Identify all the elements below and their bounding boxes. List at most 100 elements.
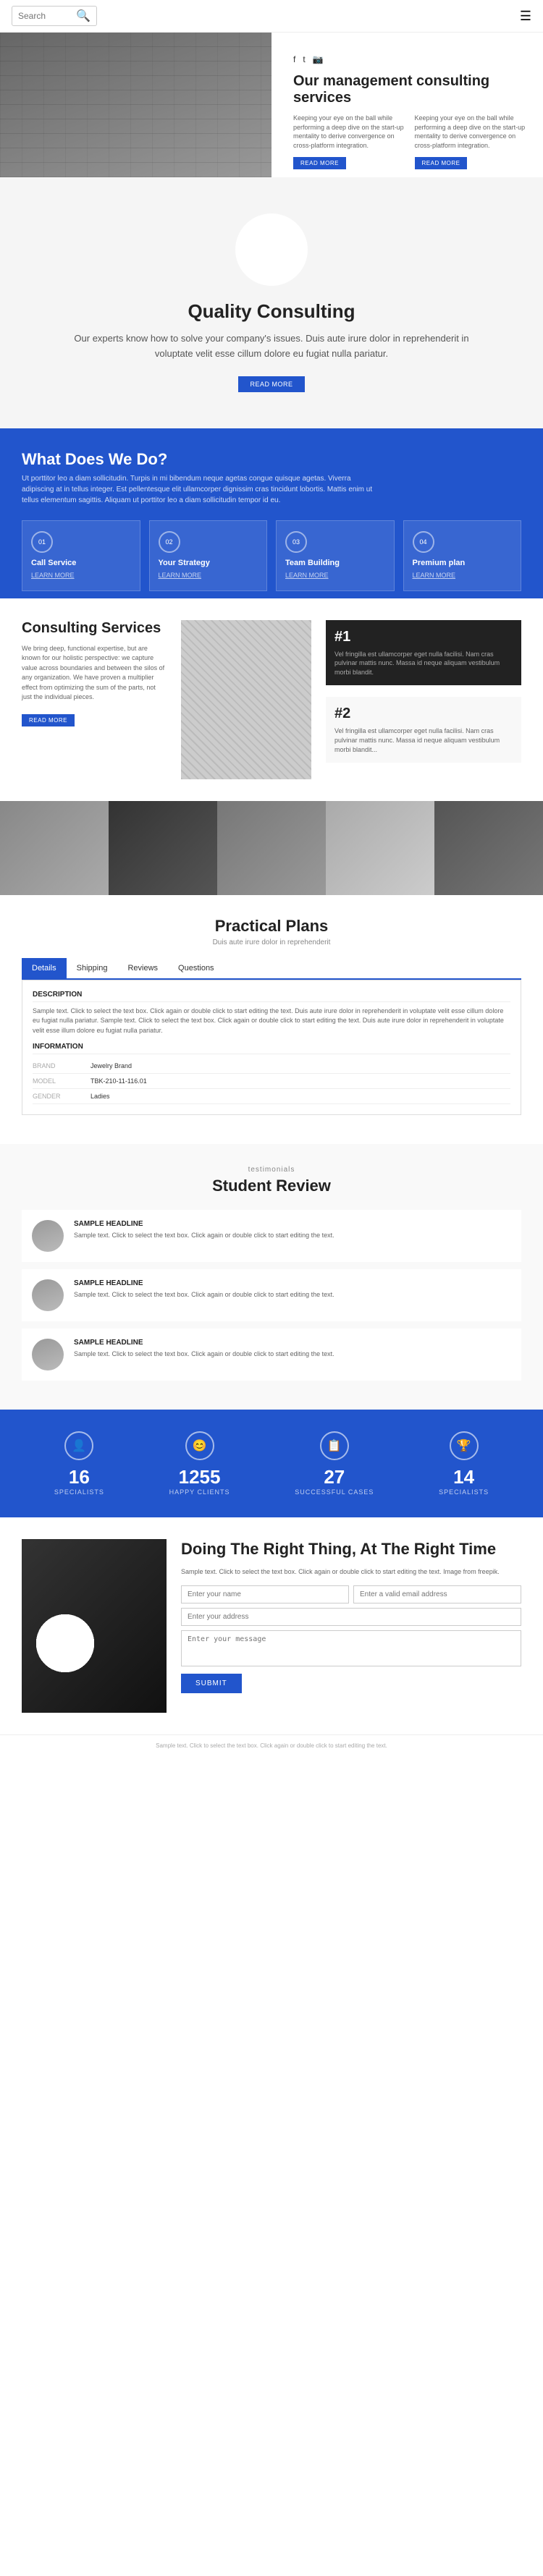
consulting-point-num-2: #2 xyxy=(334,706,513,722)
consulting-read-more[interactable]: READ MORE xyxy=(22,714,75,726)
card-title-2: Team Building xyxy=(285,559,385,567)
stat-0: 👤 16 SPECIALISTS xyxy=(54,1431,104,1496)
card-num-2: 03 xyxy=(292,538,300,546)
plans-title: Practical Plans xyxy=(22,917,521,936)
card-link-1[interactable]: LEARN MORE xyxy=(159,572,258,579)
stat-label-1: HAPPY CLIENTS xyxy=(169,1488,230,1496)
consulting-point-text-2: Vel fringilla est ullamcorper eget nulla… xyxy=(334,726,513,754)
what-section: What Does We Do? Ut porttitor leo a diam… xyxy=(0,428,543,598)
plans-desc: Sample text. Click to select the text bo… xyxy=(33,1007,510,1036)
consulting-desc: We bring deep, functional expertise, but… xyxy=(22,644,167,703)
consulting-point-text-1: Vel fringilla est ullamcorper eget nulla… xyxy=(334,650,513,677)
stat-number-2: 27 xyxy=(295,1466,374,1488)
stat-3: 🏆 14 SPECIALISTS xyxy=(439,1431,489,1496)
review-text-2: Sample text. Click to select the text bo… xyxy=(74,1350,511,1359)
what-card-1: 02 Your Strategy LEARN MORE xyxy=(149,520,268,591)
info-row-1: MODEL TBK-210-11-116.01 xyxy=(33,1074,510,1089)
plans-info-title: INFORMATION xyxy=(33,1043,510,1054)
card-title-0: Call Service xyxy=(31,559,131,567)
cta-name-input[interactable] xyxy=(181,1585,349,1603)
hero-image xyxy=(0,33,272,177)
facebook-icon[interactable]: f xyxy=(293,54,295,64)
review-headline-2: SAMPLE HEADLINE xyxy=(74,1339,511,1347)
quality-title: Quality Consulting xyxy=(58,300,485,323)
stat-icon-2: 📋 xyxy=(320,1431,349,1460)
card-num-1: 02 xyxy=(165,538,172,546)
reviews-label: testimonials xyxy=(22,1166,521,1174)
search-bar[interactable]: 🔍 xyxy=(12,6,97,26)
reviews-title: Student Review xyxy=(22,1177,521,1195)
gallery-section xyxy=(0,801,543,895)
plans-tabs: Details Shipping Reviews Questions xyxy=(22,958,521,980)
happy-clients-icon: 😊 xyxy=(193,1439,207,1453)
review-body-2: SAMPLE HEADLINE Sample text. Click to se… xyxy=(74,1339,511,1370)
review-text-0: Sample text. Click to select the text bo… xyxy=(74,1231,511,1240)
what-cards: 01 Call Service LEARN MORE 02 Your Strat… xyxy=(22,520,521,591)
stat-icon-0: 👤 xyxy=(64,1431,93,1460)
review-body-0: SAMPLE HEADLINE Sample text. Click to se… xyxy=(74,1220,511,1252)
card-circle-3: 04 xyxy=(413,531,434,553)
stat-label-3: SPECIALISTS xyxy=(439,1488,489,1496)
cta-desc: Sample text. Click to select the text bo… xyxy=(181,1567,521,1577)
social-links[interactable]: f t 📷 xyxy=(293,54,529,64)
what-card-0: 01 Call Service LEARN MORE xyxy=(22,520,140,591)
hamburger-button[interactable]: ☰ xyxy=(520,9,531,24)
review-avatar-2 xyxy=(32,1339,64,1370)
cta-address-input[interactable] xyxy=(181,1608,521,1626)
tab-questions[interactable]: Questions xyxy=(168,958,224,978)
card-title-1: Your Strategy xyxy=(159,559,258,567)
gallery-item-1 xyxy=(0,801,109,895)
cta-image-inner xyxy=(22,1539,167,1713)
trophy-icon: 🏆 xyxy=(457,1439,471,1453)
hero-columns: Keeping your eye on the ball while perfo… xyxy=(293,114,529,169)
info-label-2: GENDER xyxy=(33,1093,90,1100)
cta-form: SUBMIT xyxy=(181,1585,521,1693)
what-desc: Ut porttitor leo a diam sollicitudin. Tu… xyxy=(22,473,384,506)
navigation: 🔍 ☰ xyxy=(0,0,543,33)
plans-subtitle: Duis aute irure dolor in reprehenderit xyxy=(22,939,521,946)
specialists-icon: 👤 xyxy=(72,1439,86,1453)
info-value-0: Jewelry Brand xyxy=(90,1062,132,1069)
tab-reviews[interactable]: Reviews xyxy=(117,958,168,978)
review-card-1: SAMPLE HEADLINE Sample text. Click to se… xyxy=(22,1269,521,1321)
what-card-3: 04 Premium plan LEARN MORE xyxy=(403,520,522,591)
hero-read-more-1[interactable]: READ MORE xyxy=(293,157,346,169)
twitter-icon[interactable]: t xyxy=(303,54,305,64)
quality-read-more[interactable]: READ MORE xyxy=(238,376,304,392)
tab-details[interactable]: Details xyxy=(22,958,67,978)
tab-shipping[interactable]: Shipping xyxy=(67,958,118,978)
search-icon: 🔍 xyxy=(76,9,90,23)
cases-icon: 📋 xyxy=(327,1439,342,1453)
card-circle-0: 01 xyxy=(31,531,53,553)
hero-content: f t 📷 Our management consulting services… xyxy=(272,33,543,177)
cta-submit-button[interactable]: SUBMIT xyxy=(181,1674,242,1693)
review-card-0: SAMPLE HEADLINE Sample text. Click to se… xyxy=(22,1210,521,1262)
card-link-3[interactable]: LEARN MORE xyxy=(413,572,513,579)
consulting-point-num-1: #1 xyxy=(334,629,513,645)
stat-label-2: SUCCESSFUL CASES xyxy=(295,1488,374,1496)
hero-read-more-2[interactable]: READ MORE xyxy=(415,157,468,169)
stat-number-3: 14 xyxy=(439,1466,489,1488)
stat-number-1: 1255 xyxy=(169,1466,230,1488)
cta-image xyxy=(22,1539,167,1713)
card-circle-2: 03 xyxy=(285,531,307,553)
consulting-section: Consulting Services We bring deep, funct… xyxy=(0,598,543,801)
consulting-title: Consulting Services xyxy=(22,620,167,637)
hero-title: Our management consulting services xyxy=(293,73,529,106)
stat-icon-1: 😊 xyxy=(185,1431,214,1460)
card-link-0[interactable]: LEARN MORE xyxy=(31,572,131,579)
cta-email-input[interactable] xyxy=(353,1585,521,1603)
card-link-2[interactable]: LEARN MORE xyxy=(285,572,385,579)
cta-message-input[interactable] xyxy=(181,1630,521,1666)
consulting-points: #1 Vel fringilla est ullamcorper eget nu… xyxy=(326,620,521,775)
info-label-0: BRAND xyxy=(33,1062,90,1069)
gallery-item-5 xyxy=(434,801,543,895)
hero-col2-text: Keeping your eye on the ball while perfo… xyxy=(415,114,529,150)
consulting-text: Consulting Services We bring deep, funct… xyxy=(22,620,167,726)
gallery-item-2 xyxy=(109,801,217,895)
plans-section: Practical Plans Duis aute irure dolor in… xyxy=(0,895,543,1145)
instagram-icon[interactable]: 📷 xyxy=(313,54,324,64)
cta-content: Doing The Right Thing, At The Right Time… xyxy=(181,1539,521,1713)
search-input[interactable] xyxy=(18,11,76,21)
cta-section: Doing The Right Thing, At The Right Time… xyxy=(0,1517,543,1734)
